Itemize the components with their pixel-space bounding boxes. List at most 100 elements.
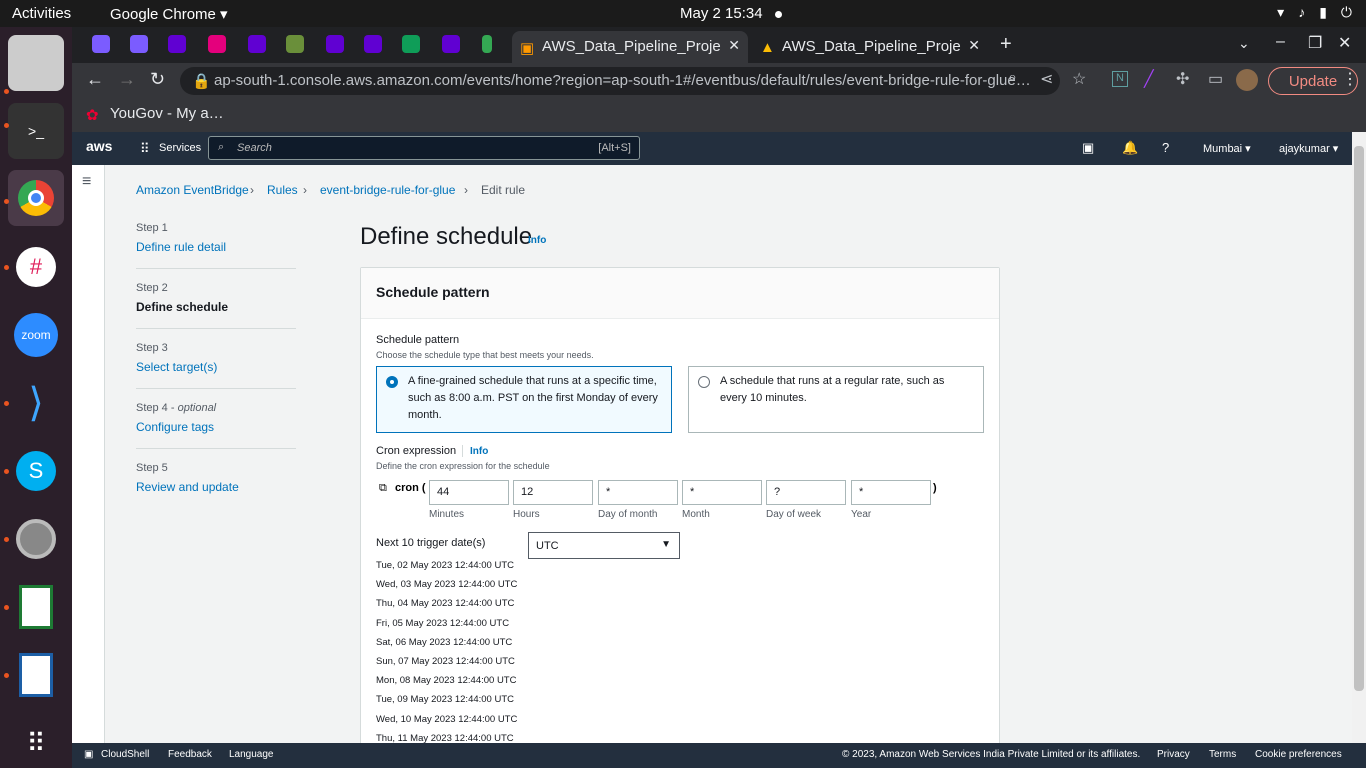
breadcrumb-rule[interactable]: event-bridge-rule-for-glue — [320, 183, 455, 197]
impress-icon[interactable] — [8, 647, 64, 703]
services-menu[interactable]: Services — [159, 142, 201, 154]
files-icon[interactable] — [8, 35, 64, 91]
step-5-link[interactable]: Review and update — [136, 480, 239, 494]
close-tab-icon[interactable]: ✕ — [968, 37, 980, 54]
cron-info-link[interactable]: Info — [470, 446, 488, 457]
pinned-tab-icon[interactable] — [208, 35, 226, 53]
minimize-icon[interactable]: – — [1276, 33, 1285, 51]
maximize-icon[interactable]: ❐ — [1308, 33, 1322, 53]
close-window-icon[interactable]: ✕ — [1338, 33, 1351, 53]
step-3-link[interactable]: Select target(s) — [136, 360, 217, 374]
activities-button[interactable]: Activities — [12, 5, 71, 22]
lock-icon: 🔒 — [192, 73, 211, 90]
hamburger-menu-icon[interactable]: ≡ — [82, 173, 91, 191]
terms-link[interactable]: Terms — [1209, 749, 1236, 760]
breadcrumb-eventbridge[interactable]: Amazon EventBridge — [136, 183, 249, 197]
option-regular-rate[interactable]: A schedule that runs at a regular rate, … — [688, 366, 984, 433]
next-triggers-label: Next 10 trigger date(s) — [376, 537, 486, 549]
avatar[interactable] — [1236, 69, 1258, 91]
help-icon[interactable]: ? — [1162, 140, 1169, 155]
aws-logo[interactable]: aws — [86, 138, 112, 154]
timezone-select[interactable]: UTC ▼ — [528, 532, 680, 559]
extension-pen-icon[interactable]: ╱ — [1144, 69, 1154, 89]
pinned-tab-icon[interactable] — [364, 35, 382, 53]
breadcrumb-rules[interactable]: Rules — [267, 183, 298, 197]
scrollbar-thumb[interactable] — [1354, 146, 1364, 691]
reload-icon[interactable]: ↻ — [150, 69, 165, 90]
cloudshell-footer-icon[interactable]: ▣ — [84, 749, 93, 760]
step-4-link[interactable]: Configure tags — [136, 420, 214, 434]
pinned-tab-icon[interactable] — [92, 35, 110, 53]
cloudshell-link[interactable]: CloudShell — [101, 749, 149, 760]
pinned-tab-icon[interactable] — [326, 35, 344, 53]
zoom-icon[interactable]: zoom — [8, 307, 64, 363]
pinned-tab-icon[interactable] — [442, 35, 460, 53]
cookie-preferences-link[interactable]: Cookie preferences — [1255, 749, 1342, 760]
services-grid-icon[interactable]: ⠿ — [140, 141, 150, 157]
title-info-link[interactable]: Info — [528, 235, 546, 246]
step-5-number: Step 5 — [136, 462, 168, 474]
chrome-icon[interactable] — [8, 170, 64, 226]
new-tab-icon[interactable]: + — [1000, 33, 1012, 56]
close-tab-icon[interactable]: ✕ — [728, 37, 740, 54]
tab-search-icon[interactable]: ⌄ — [1238, 35, 1250, 52]
side-nav-collapsed: ≡ — [72, 165, 105, 743]
spreadsheet-icon[interactable] — [8, 579, 64, 635]
pinned-tab-icon[interactable] — [402, 35, 420, 53]
wifi-icon: ▾ — [1277, 4, 1285, 20]
radio-selected[interactable] — [386, 376, 398, 388]
search-input[interactable]: ⌕ Search [Alt+S] — [208, 136, 640, 160]
share-icon[interactable]: ⋖ — [1040, 69, 1053, 89]
cron-day-of-week-input[interactable]: ? — [766, 480, 846, 505]
step-4-num-text: Step 4 — [136, 402, 168, 414]
cron-year-input[interactable]: * — [851, 480, 931, 505]
cron-day-of-month-input[interactable]: * — [598, 480, 678, 505]
side-panel-icon[interactable]: ▭ — [1208, 69, 1223, 89]
show-apps-icon[interactable]: ⠿ — [8, 715, 64, 771]
address-bar[interactable]: 🔒 ap-south-1.console.aws.amazon.com/even… — [180, 67, 1060, 95]
page-scrollbar[interactable] — [1352, 132, 1366, 743]
pinned-tab-icon[interactable] — [286, 35, 304, 53]
step-2-number: Step 2 — [136, 282, 168, 294]
region-selector[interactable]: Mumbai ▾ — [1203, 142, 1251, 155]
menu-kebab-icon[interactable]: ⋮ — [1342, 69, 1358, 89]
trigger-date: Thu, 04 May 2023 12:44:00 UTC — [376, 598, 515, 609]
slack-icon[interactable]: # — [8, 239, 64, 295]
cloudshell-icon[interactable]: ▣ — [1082, 140, 1094, 156]
bookmark-star-icon[interactable]: ☆ — [1072, 69, 1086, 89]
vscode-icon[interactable]: ⟩ — [8, 375, 64, 431]
pinned-tab-icon[interactable] — [130, 35, 148, 53]
extensions-icon[interactable]: ✣ — [1176, 69, 1189, 89]
language-link[interactable]: Language — [229, 749, 274, 760]
pinned-tab-icon[interactable] — [482, 35, 492, 53]
privacy-link[interactable]: Privacy — [1157, 749, 1190, 760]
system-tray[interactable]: ▾ ♪ ▮ ⏻ — [1277, 4, 1352, 21]
settings-icon[interactable] — [8, 511, 64, 567]
step-3-number: Step 3 — [136, 342, 168, 354]
forward-icon[interactable]: → — [118, 69, 136, 90]
feedback-link[interactable]: Feedback — [168, 749, 212, 760]
pinned-tab-icon[interactable] — [248, 35, 266, 53]
cron-hours-input[interactable]: 12 — [513, 480, 593, 505]
back-icon[interactable]: ← — [86, 69, 104, 90]
chevron-right-icon: › — [303, 183, 307, 197]
tab-aws-pipeline-1[interactable]: ▣ AWS_Data_Pipeline_Proje ✕ — [512, 31, 748, 63]
cron-minutes-input[interactable]: 44 — [429, 480, 509, 505]
option-fine-grained[interactable]: A fine-grained schedule that runs at a s… — [376, 366, 672, 433]
pinned-tab-icon[interactable] — [168, 35, 186, 53]
cron-month-input[interactable]: * — [682, 480, 762, 505]
zoom-lens-icon[interactable]: ⌕ — [1008, 69, 1017, 87]
radio-unselected[interactable] — [698, 376, 710, 388]
step-1-link[interactable]: Define rule detail — [136, 240, 226, 254]
tab-aws-pipeline-2[interactable]: ▲ AWS_Data_Pipeline_Proje ✕ — [752, 31, 988, 63]
page-title: Define schedule — [360, 223, 533, 250]
terminal-icon[interactable]: >_ — [8, 103, 64, 159]
copy-icon[interactable]: ⧉ — [379, 482, 387, 495]
notifications-bell-icon[interactable]: 🔔 — [1122, 140, 1138, 156]
extension-n-icon[interactable]: N — [1112, 71, 1128, 87]
app-menu[interactable]: Google Chrome ▾ — [110, 5, 228, 23]
clock[interactable]: May 2 15:34 — [680, 5, 782, 22]
skype-icon[interactable]: S — [8, 443, 64, 499]
bookmark-yougov[interactable]: YouGov - My a… — [110, 105, 224, 122]
account-menu[interactable]: ajaykumar ▾ — [1279, 142, 1338, 155]
